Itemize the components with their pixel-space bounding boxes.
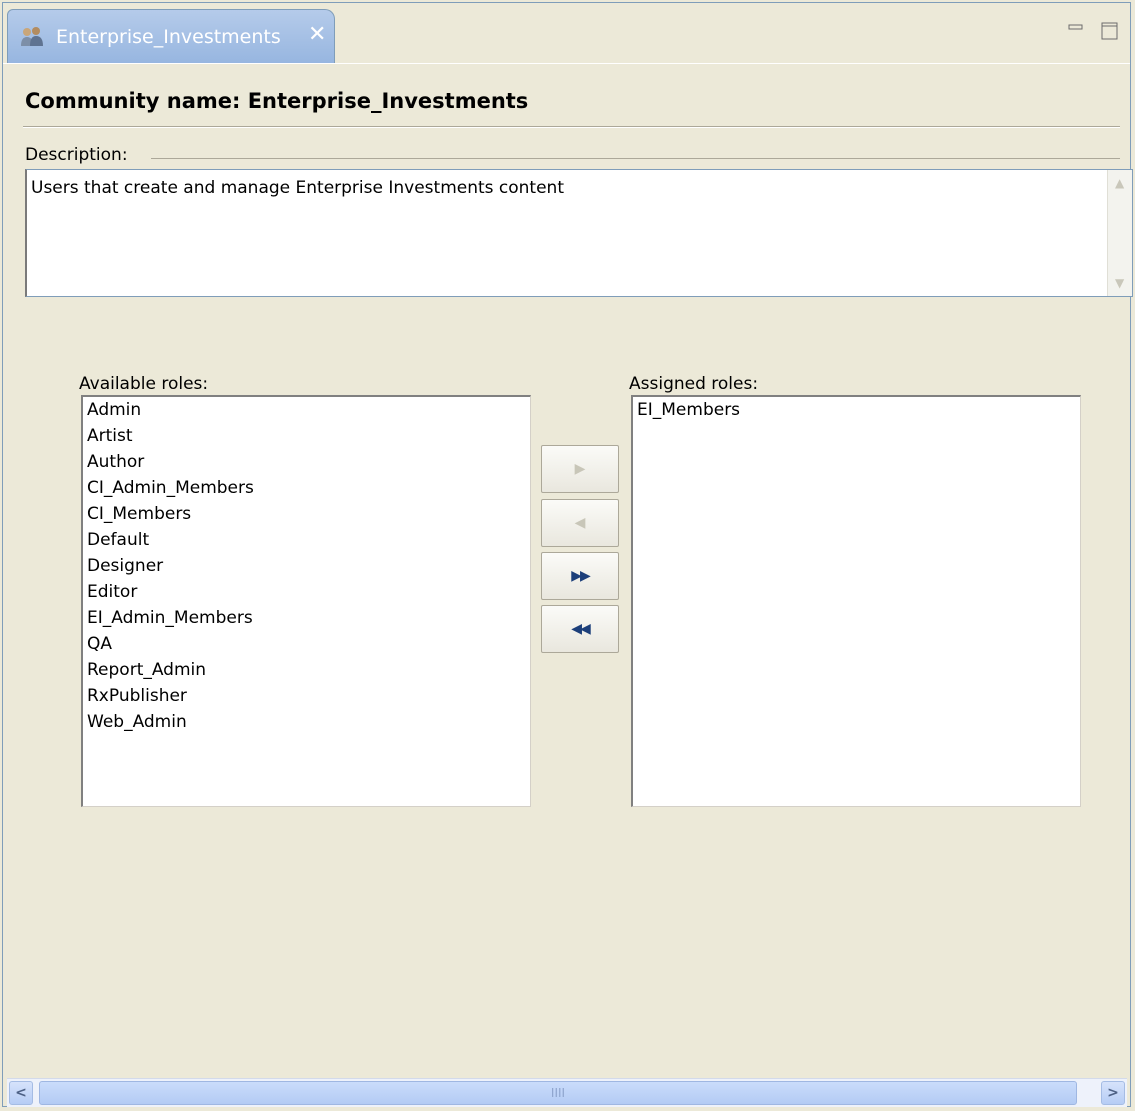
arrow-left-icon: ◀ (574, 515, 586, 531)
available-role-item[interactable]: EI_Admin_Members (83, 605, 530, 631)
scroll-up-icon[interactable]: ▲ (1115, 176, 1124, 190)
available-roles-list[interactable]: Admin Artist Author CI_Admin_Members CI_Memb… (81, 395, 531, 807)
double-arrow-right-icon: ▶▶ (571, 568, 590, 584)
arrow-right-icon: ▶ (574, 461, 586, 477)
tab-enterprise-investments[interactable]: Enterprise_Investments ✕ (7, 9, 335, 63)
remove-all-roles-button[interactable]: ◀◀ (541, 605, 619, 653)
description-field[interactable]: Users that create and manage Enterprise … (25, 169, 1133, 297)
available-role-item[interactable]: CI_Admin_Members (83, 475, 530, 501)
community-icon (20, 26, 44, 48)
description-label: Description: (25, 145, 128, 165)
grip-icon: IIII (550, 1086, 566, 1100)
maximize-icon[interactable] (1101, 21, 1118, 40)
tab-title: Enterprise_Investments (56, 26, 281, 48)
description-separator (151, 158, 1120, 159)
assigned-role-item[interactable]: EI_Members (633, 397, 1080, 423)
editor-panel: Enterprise_Investments ✕ Community name:… (2, 2, 1133, 1107)
available-role-item[interactable]: Editor (83, 579, 530, 605)
available-role-item[interactable]: RxPublisher (83, 683, 530, 709)
available-role-item[interactable]: CI_Members (83, 501, 530, 527)
available-role-item[interactable]: Admin (83, 397, 530, 423)
minimize-icon[interactable] (1068, 21, 1084, 39)
scroll-down-icon[interactable]: ▼ (1115, 276, 1124, 290)
scroll-right-icon[interactable]: > (1101, 1081, 1125, 1105)
double-arrow-left-icon: ◀◀ (571, 621, 590, 637)
add-role-button[interactable]: ▶ (541, 445, 619, 493)
horizontal-scrollbar[interactable]: < IIII > (7, 1078, 1127, 1107)
add-all-roles-button[interactable]: ▶▶ (541, 552, 619, 600)
heading-separator-highlight (23, 127, 1120, 128)
close-icon[interactable]: ✕ (308, 22, 326, 47)
page-title: Community name: Enterprise_Investments (25, 89, 529, 113)
available-role-item[interactable]: Author (83, 449, 530, 475)
tab-bar: Enterprise_Investments ✕ (3, 3, 1130, 63)
available-roles-label: Available roles: (79, 374, 209, 394)
available-role-item[interactable]: Default (83, 527, 530, 553)
description-scrollbar[interactable]: ▲ ▼ (1107, 170, 1132, 296)
available-role-item[interactable]: Web_Admin (83, 709, 530, 735)
remove-role-button[interactable]: ◀ (541, 499, 619, 547)
scroll-left-icon[interactable]: < (9, 1081, 33, 1105)
assigned-roles-list[interactable]: EI_Members (631, 395, 1081, 807)
description-value[interactable]: Users that create and manage Enterprise … (31, 178, 564, 198)
assigned-roles-label: Assigned roles: (629, 374, 759, 394)
available-role-item[interactable]: Artist (83, 423, 530, 449)
scrollbar-thumb[interactable]: IIII (39, 1081, 1077, 1105)
available-role-item[interactable]: Report_Admin (83, 657, 530, 683)
available-role-item[interactable]: Designer (83, 553, 530, 579)
tab-divider (3, 63, 1130, 64)
available-role-item[interactable]: QA (83, 631, 530, 657)
